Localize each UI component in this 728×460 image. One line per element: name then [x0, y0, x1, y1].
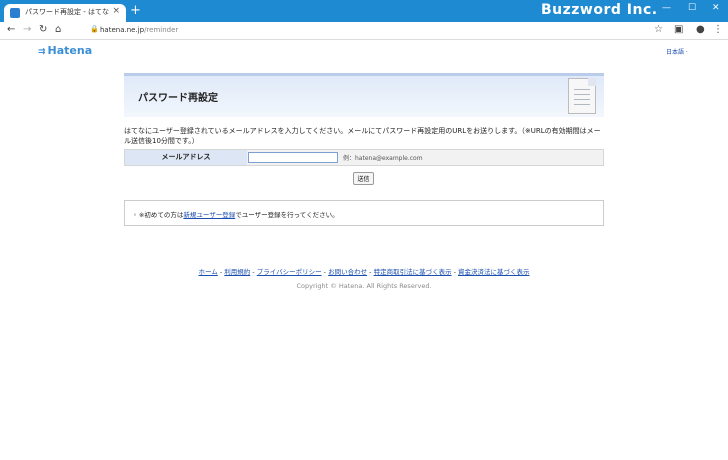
email-form-row: メールアドレス 例：hatena@example.com [124, 149, 604, 166]
profile-icon[interactable]: ● [696, 24, 705, 35]
url-text: hatena.ne.jp/reminder [100, 26, 179, 34]
page-title: パスワード再設定 [138, 93, 218, 104]
forward-icon[interactable]: → [23, 24, 31, 35]
extension-icon[interactable]: ▣ [674, 24, 683, 35]
menu-icon[interactable]: ⋮ [713, 24, 723, 35]
instructions-text: はてなにユーザー登録されているメールアドレスを入力してください。メールにてパスワ… [124, 127, 601, 145]
address-bar[interactable]: 🔒 hatena.ne.jp/reminder ☆ [70, 24, 670, 38]
tab-title: パスワード再設定 - はてな [25, 8, 109, 16]
email-example: 例：hatena@example.com [343, 155, 423, 162]
hatena-logo[interactable]: ⇉ Hatena [38, 44, 92, 57]
page-banner: パスワード再設定 [124, 73, 604, 117]
email-field[interactable] [248, 152, 338, 163]
email-label: メールアドレス [125, 150, 247, 165]
reload-icon[interactable]: ↻ [39, 24, 47, 35]
lock-icon: 🔒 [90, 25, 99, 33]
footer-link-terms[interactable]: 利用規約 [224, 268, 250, 276]
document-icon [568, 78, 596, 114]
copyright: Copyright © Hatena. All Rights Reserved. [296, 282, 432, 290]
language-selector[interactable]: 日本語 · [666, 47, 688, 56]
maximize-icon[interactable]: ☐ [688, 3, 696, 13]
footer-link-home[interactable]: ホーム [198, 268, 217, 276]
footer-link-payment[interactable]: 資金決済法に基づく表示 [458, 268, 530, 276]
home-icon[interactable]: ⌂ [55, 24, 61, 35]
close-tab-icon[interactable]: × [112, 6, 120, 16]
bookmark-star-icon[interactable]: ☆ [654, 24, 663, 35]
back-icon[interactable]: ← [7, 24, 15, 35]
window-close-icon[interactable]: ✕ [712, 3, 720, 13]
footer-link-commerce[interactable]: 特定商取引法に基づく表示 [374, 268, 452, 276]
browser-titlebar: パスワード再設定 - はてな × + Buzzword Inc. — ☐ ✕ [0, 0, 728, 22]
signup-link[interactable]: 新規ユーザー登録 [183, 211, 235, 219]
new-tab-button[interactable]: + [130, 4, 141, 17]
footer-links: ホーム - 利用規約 - プライバシーポリシー - お問い合わせ - 特定商取引… [198, 268, 530, 276]
footer-link-contact[interactable]: お問い合わせ [328, 268, 367, 276]
footer-link-privacy[interactable]: プライバシーポリシー [257, 268, 322, 276]
notice-text: ◦ ※初めての方は新規ユーザー登録でユーザー登録を行ってください。 [133, 211, 339, 219]
watermark-brand: Buzzword Inc. [541, 2, 658, 18]
signup-notice: ◦ ※初めての方は新規ユーザー登録でユーザー登録を行ってください。 [124, 200, 604, 226]
minimize-icon[interactable]: — [662, 3, 671, 13]
submit-button[interactable]: 送信 [353, 172, 374, 185]
hatena-logo-icon: ⇉ [38, 47, 46, 57]
hatena-favicon-icon [10, 8, 20, 18]
browser-tab[interactable]: パスワード再設定 - はてな × [4, 4, 126, 22]
browser-toolbar: ← → ↻ ⌂ 🔒 hatena.ne.jp/reminder ☆ ▣ ● ⋮ [0, 22, 728, 40]
